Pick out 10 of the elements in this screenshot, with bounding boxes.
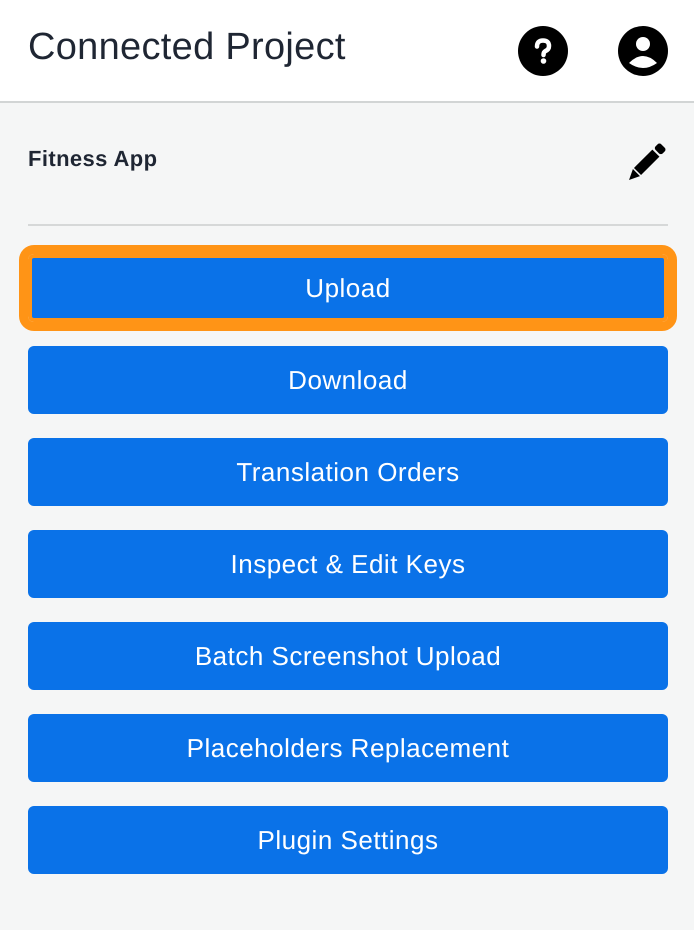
action-button[interactable]: Translation Orders: [28, 438, 668, 506]
project-name: Fitness App: [28, 146, 158, 172]
action-button[interactable]: Batch Screenshot Upload: [28, 622, 668, 690]
account-icon[interactable]: [618, 26, 668, 76]
action-button[interactable]: Inspect & Edit Keys: [28, 530, 668, 598]
header-title: Connected Project: [28, 24, 347, 70]
action-button[interactable]: Download: [28, 346, 668, 414]
help-icon[interactable]: [518, 26, 568, 76]
action-button[interactable]: Plugin Settings: [28, 806, 668, 874]
action-button[interactable]: Placeholders Replacement: [28, 714, 668, 782]
